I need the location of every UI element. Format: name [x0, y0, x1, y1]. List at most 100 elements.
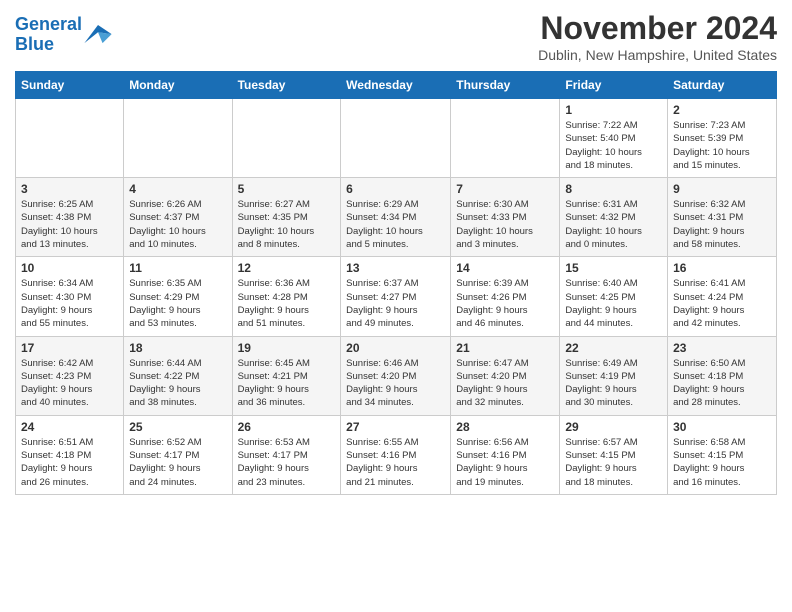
day-info: Sunrise: 6:40 AM Sunset: 4:25 PM Dayligh…: [565, 277, 662, 330]
day-number: 30: [673, 420, 771, 434]
day-number: 13: [346, 261, 445, 275]
day-header-wednesday: Wednesday: [341, 72, 451, 99]
day-info: Sunrise: 6:27 AM Sunset: 4:35 PM Dayligh…: [238, 198, 336, 251]
calendar-cell: 13 Sunrise: 6:37 AM Sunset: 4:27 PM Dayli…: [341, 257, 451, 336]
calendar-week-row: 10 Sunrise: 6:34 AM Sunset: 4:30 PM Dayli…: [16, 257, 777, 336]
calendar-week-row: 24Sunrise: 6:51 AM Sunset: 4:18 PM Dayli…: [16, 415, 777, 494]
day-info: Sunrise: 6:56 AM Sunset: 4:16 PM Dayligh…: [456, 436, 554, 489]
day-number: 10: [21, 261, 118, 275]
calendar-cell: 16 Sunrise: 6:41 AM Sunset: 4:24 PM Dayli…: [668, 257, 777, 336]
day-number: 20: [346, 341, 445, 355]
day-info: Sunrise: 6:35 AM Sunset: 4:29 PM Dayligh…: [129, 277, 226, 330]
day-number: 4: [129, 182, 226, 196]
day-number: 24: [21, 420, 118, 434]
day-info: Sunrise: 6:52 AM Sunset: 4:17 PM Dayligh…: [129, 436, 226, 489]
day-number: 3: [21, 182, 118, 196]
calendar-cell: [232, 99, 341, 178]
day-number: 18: [129, 341, 226, 355]
day-info: Sunrise: 6:49 AM Sunset: 4:19 PM Dayligh…: [565, 357, 662, 410]
calendar-cell: 26 Sunrise: 6:53 AM Sunset: 4:17 PM Dayli…: [232, 415, 341, 494]
day-number: 22: [565, 341, 662, 355]
calendar-cell: 7 Sunrise: 6:30 AM Sunset: 4:33 PM Daylig…: [451, 178, 560, 257]
day-number: 28: [456, 420, 554, 434]
calendar-week-row: 17 Sunrise: 6:42 AM Sunset: 4:23 PM Dayli…: [16, 336, 777, 415]
calendar-cell: 24Sunrise: 6:51 AM Sunset: 4:18 PM Dayli…: [16, 415, 124, 494]
calendar-cell: 5 Sunrise: 6:27 AM Sunset: 4:35 PM Daylig…: [232, 178, 341, 257]
day-info: Sunrise: 6:36 AM Sunset: 4:28 PM Dayligh…: [238, 277, 336, 330]
calendar-cell: 21 Sunrise: 6:47 AM Sunset: 4:20 PM Dayli…: [451, 336, 560, 415]
calendar-cell: 11Sunrise: 6:35 AM Sunset: 4:29 PM Dayli…: [124, 257, 232, 336]
title-block: November 2024 Dublin, New Hampshire, Uni…: [538, 10, 777, 63]
day-number: 29: [565, 420, 662, 434]
calendar-cell: 25Sunrise: 6:52 AM Sunset: 4:17 PM Dayli…: [124, 415, 232, 494]
logo-text: General Blue: [15, 15, 112, 55]
day-number: 14: [456, 261, 554, 275]
day-number: 12: [238, 261, 336, 275]
header: General Blue November 2024 Dublin, New H…: [15, 10, 777, 63]
day-info: Sunrise: 6:53 AM Sunset: 4:17 PM Dayligh…: [238, 436, 336, 489]
calendar-cell: 4Sunrise: 6:26 AM Sunset: 4:37 PM Daylig…: [124, 178, 232, 257]
calendar-cell: 28 Sunrise: 6:56 AM Sunset: 4:16 PM Dayli…: [451, 415, 560, 494]
day-info: Sunrise: 6:42 AM Sunset: 4:23 PM Dayligh…: [21, 357, 118, 410]
day-number: 6: [346, 182, 445, 196]
day-info: Sunrise: 6:55 AM Sunset: 4:16 PM Dayligh…: [346, 436, 445, 489]
day-number: 5: [238, 182, 336, 196]
calendar-cell: 27 Sunrise: 6:55 AM Sunset: 4:16 PM Dayli…: [341, 415, 451, 494]
day-info: Sunrise: 6:50 AM Sunset: 4:18 PM Dayligh…: [673, 357, 771, 410]
day-info: Sunrise: 6:45 AM Sunset: 4:21 PM Dayligh…: [238, 357, 336, 410]
day-number: 19: [238, 341, 336, 355]
day-header-tuesday: Tuesday: [232, 72, 341, 99]
calendar-cell: 10 Sunrise: 6:34 AM Sunset: 4:30 PM Dayli…: [16, 257, 124, 336]
calendar-cell: 18 Sunrise: 6:44 AM Sunset: 4:22 PM Dayli…: [124, 336, 232, 415]
calendar-cell: 23Sunrise: 6:50 AM Sunset: 4:18 PM Dayli…: [668, 336, 777, 415]
day-info: Sunrise: 6:25 AM Sunset: 4:38 PM Dayligh…: [21, 198, 118, 251]
day-info: Sunrise: 6:39 AM Sunset: 4:26 PM Dayligh…: [456, 277, 554, 330]
day-info: Sunrise: 6:30 AM Sunset: 4:33 PM Dayligh…: [456, 198, 554, 251]
calendar-cell: 22 Sunrise: 6:49 AM Sunset: 4:19 PM Dayli…: [560, 336, 668, 415]
day-info: Sunrise: 6:46 AM Sunset: 4:20 PM Dayligh…: [346, 357, 445, 410]
day-info: Sunrise: 6:34 AM Sunset: 4:30 PM Dayligh…: [21, 277, 118, 330]
calendar-cell: 17 Sunrise: 6:42 AM Sunset: 4:23 PM Dayli…: [16, 336, 124, 415]
calendar-cell: 19 Sunrise: 6:45 AM Sunset: 4:21 PM Dayli…: [232, 336, 341, 415]
day-info: Sunrise: 6:31 AM Sunset: 4:32 PM Dayligh…: [565, 198, 662, 251]
calendar-cell: 30 Sunrise: 6:58 AM Sunset: 4:15 PM Dayli…: [668, 415, 777, 494]
day-number: 17: [21, 341, 118, 355]
day-number: 26: [238, 420, 336, 434]
logo-line1: General: [15, 14, 82, 34]
day-number: 9: [673, 182, 771, 196]
calendar-cell: [124, 99, 232, 178]
calendar-cell: 8 Sunrise: 6:31 AM Sunset: 4:32 PM Daylig…: [560, 178, 668, 257]
day-info: Sunrise: 6:29 AM Sunset: 4:34 PM Dayligh…: [346, 198, 445, 251]
day-info: Sunrise: 7:22 AM Sunset: 5:40 PM Dayligh…: [565, 119, 662, 172]
calendar-cell: 2 Sunrise: 7:23 AM Sunset: 5:39 PM Daylig…: [668, 99, 777, 178]
calendar-cell: 6 Sunrise: 6:29 AM Sunset: 4:34 PM Daylig…: [341, 178, 451, 257]
day-info: Sunrise: 6:44 AM Sunset: 4:22 PM Dayligh…: [129, 357, 226, 410]
day-header-monday: Monday: [124, 72, 232, 99]
day-info: Sunrise: 6:37 AM Sunset: 4:27 PM Dayligh…: [346, 277, 445, 330]
logo-line2: Blue: [15, 34, 54, 54]
calendar-cell: 12 Sunrise: 6:36 AM Sunset: 4:28 PM Dayli…: [232, 257, 341, 336]
calendar-cell: 1Sunrise: 7:22 AM Sunset: 5:40 PM Daylig…: [560, 99, 668, 178]
calendar-cell: [341, 99, 451, 178]
page: General Blue November 2024 Dublin, New H…: [0, 0, 792, 510]
day-info: Sunrise: 6:58 AM Sunset: 4:15 PM Dayligh…: [673, 436, 771, 489]
day-header-thursday: Thursday: [451, 72, 560, 99]
day-number: 21: [456, 341, 554, 355]
day-info: Sunrise: 6:41 AM Sunset: 4:24 PM Dayligh…: [673, 277, 771, 330]
day-info: Sunrise: 7:23 AM Sunset: 5:39 PM Dayligh…: [673, 119, 771, 172]
day-number: 7: [456, 182, 554, 196]
day-number: 16: [673, 261, 771, 275]
calendar-cell: 29Sunrise: 6:57 AM Sunset: 4:15 PM Dayli…: [560, 415, 668, 494]
day-number: 27: [346, 420, 445, 434]
calendar-cell: 9Sunrise: 6:32 AM Sunset: 4:31 PM Daylig…: [668, 178, 777, 257]
calendar-cell: [451, 99, 560, 178]
day-number: 2: [673, 103, 771, 117]
calendar-week-row: 3 Sunrise: 6:25 AM Sunset: 4:38 PM Daylig…: [16, 178, 777, 257]
day-header-friday: Friday: [560, 72, 668, 99]
calendar-cell: [16, 99, 124, 178]
day-number: 8: [565, 182, 662, 196]
calendar-cell: 14 Sunrise: 6:39 AM Sunset: 4:26 PM Dayli…: [451, 257, 560, 336]
calendar-header-row: SundayMondayTuesdayWednesdayThursdayFrid…: [16, 72, 777, 99]
day-info: Sunrise: 6:47 AM Sunset: 4:20 PM Dayligh…: [456, 357, 554, 410]
location: Dublin, New Hampshire, United States: [538, 47, 777, 63]
